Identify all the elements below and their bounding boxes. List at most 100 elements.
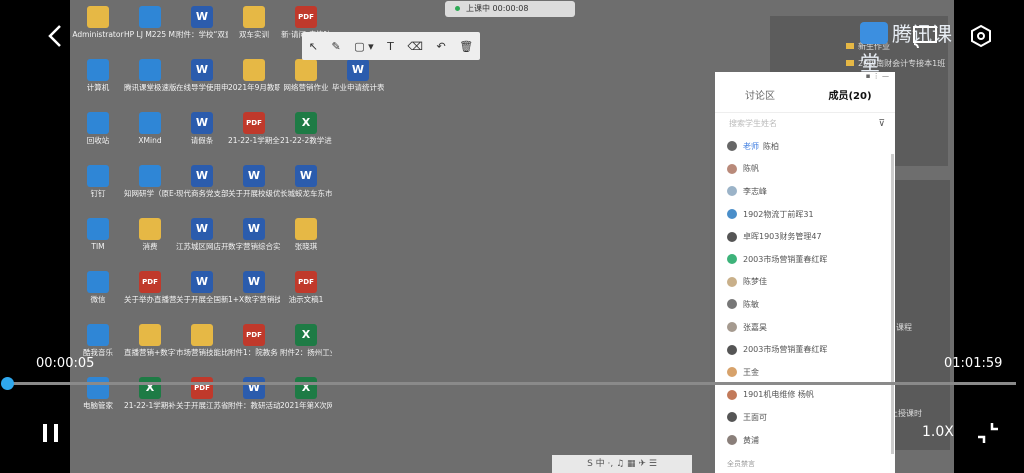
- desktop-icon-label: 消费: [142, 242, 158, 251]
- desktop-icon[interactable]: X 附件2：扬州工业职业技…: [280, 322, 332, 372]
- member-row[interactable]: 陈梦佳: [715, 271, 895, 294]
- desktop-icon[interactable]: HP LJ M225 M226 Scan: [124, 4, 176, 54]
- desktop-icon[interactable]: W 毕业申请统计表-20级南…: [332, 57, 384, 107]
- desktop-icon[interactable]: W 1+X数字营销技术应用培…: [228, 269, 280, 319]
- member-search[interactable]: 搜索学生姓名 ⊽: [715, 113, 895, 135]
- app-file-icon: [139, 59, 161, 81]
- desktop-icon[interactable]: 计算机: [72, 57, 124, 107]
- desktop-icon[interactable]: X 21-22-2教学进度表汇总-…: [280, 110, 332, 160]
- desktop-icon[interactable]: 双车实训: [228, 4, 280, 54]
- pen-tool[interactable]: ✎: [331, 40, 340, 53]
- desktop-icon[interactable]: XMind: [124, 110, 176, 160]
- member-row[interactable]: 张嘉昊: [715, 316, 895, 339]
- desktop-icon[interactable]: W 关于开展校级优秀教学案…: [228, 163, 280, 213]
- back-icon[interactable]: [46, 24, 66, 52]
- progress-knob[interactable]: [1, 377, 14, 390]
- member-row[interactable]: 1901机电维修 杨帆: [715, 384, 895, 407]
- desktop-icon[interactable]: PDF 21-22-1学期全体教师课表: [228, 110, 280, 160]
- app-file-icon: [87, 218, 109, 240]
- video-frame[interactable]: AdministratorHP LJ M225 M226 Scan W 附件：学校“…: [70, 0, 954, 473]
- desktop-icon[interactable]: PDF 油示文稿1: [280, 269, 332, 319]
- playback-speed[interactable]: 1.0X: [922, 424, 954, 440]
- desktop-icon[interactable]: W 附件：学校“双重实入”: [176, 4, 228, 54]
- tab-discussion[interactable]: 讨论区: [715, 82, 805, 112]
- desktop-icon-label: 腾讯课堂极速版: [124, 83, 176, 92]
- member-row[interactable]: 陈帆: [715, 158, 895, 181]
- exit-fullscreen-icon[interactable]: [975, 420, 1001, 450]
- desktop-icon-label: 回收站: [86, 136, 110, 145]
- delete-tool[interactable]: 🗑: [459, 40, 473, 53]
- desktop-icon[interactable]: W 现代商务党支部书记发言…: [176, 163, 228, 213]
- pointer-tool[interactable]: ↖: [309, 40, 318, 53]
- member-name: 陈敏: [743, 299, 759, 309]
- tencent-classroom-logo: 腾讯课堂: [860, 18, 954, 76]
- desktop-icon-label: HP LJ M225 M226 Scan: [124, 30, 176, 39]
- avatar: [727, 209, 737, 220]
- text-tool[interactable]: T: [387, 40, 394, 53]
- desktop-icon-label: 计算机: [86, 83, 110, 92]
- member-row[interactable]: 李志峰: [715, 180, 895, 203]
- member-row[interactable]: 2003市场营销董春红晖: [715, 248, 895, 271]
- member-row[interactable]: 王面可: [715, 406, 895, 429]
- pause-icon[interactable]: [40, 422, 62, 448]
- filter-icon[interactable]: ⊽: [878, 113, 885, 135]
- desktop-icon-label: XMind: [138, 136, 162, 145]
- desktop-icon-label: 关于举办直播营销师资培…: [124, 295, 176, 304]
- desktop-icon-label: 市场营销技能比赛: [176, 348, 228, 357]
- desktop-icon[interactable]: 市场营销技能比赛: [176, 322, 228, 372]
- member-row[interactable]: 王金: [715, 361, 895, 384]
- desktop-icon[interactable]: 腾讯课堂极速版: [124, 57, 176, 107]
- member-search-input[interactable]: 搜索学生姓名: [729, 119, 777, 128]
- desktop-icon[interactable]: W 关于开展全国新职业技术…: [176, 269, 228, 319]
- desktop-icon[interactable]: 知网研学（原E-Study）: [124, 163, 176, 213]
- member-row[interactable]: 老师 陈柏: [715, 135, 895, 158]
- desktop-icon[interactable]: W 数字营销综合实训系统操…: [228, 216, 280, 266]
- member-row[interactable]: 黄浦: [715, 429, 895, 452]
- progress-track[interactable]: [8, 382, 1016, 385]
- member-name: 陈帆: [743, 164, 759, 174]
- desktop-icon[interactable]: 消费: [124, 216, 176, 266]
- avatar: [727, 299, 737, 310]
- member-row[interactable]: 陈敏: [715, 293, 895, 316]
- desktop-icon[interactable]: 微信: [72, 269, 124, 319]
- desktop-icon[interactable]: 网络营销作业: [280, 57, 332, 107]
- desktop-icon[interactable]: W 长城蛟龙车东市场营销推…: [280, 163, 332, 213]
- member-name: 李志峰: [743, 186, 767, 196]
- folder-file-icon: [139, 218, 161, 240]
- mute-all-label[interactable]: 全员禁言: [727, 460, 755, 468]
- app-file-icon: [87, 271, 109, 293]
- word-file-icon: W: [243, 377, 265, 399]
- desktop-icon[interactable]: 2021年9月教职工政治学…: [228, 57, 280, 107]
- word-file-icon: W: [243, 218, 265, 240]
- desktop-icon[interactable]: Administrator: [72, 4, 124, 54]
- shared-desktop: AdministratorHP LJ M225 M226 Scan W 附件：学校“…: [70, 0, 630, 473]
- member-name: 卓晖1903财务管理47: [743, 232, 822, 242]
- cast-screen-icon[interactable]: [912, 24, 938, 52]
- folder-file-icon: [139, 324, 161, 346]
- desktop-icon[interactable]: W 江苏城区网店开课市场表: [176, 216, 228, 266]
- avatar: [727, 435, 737, 446]
- desktop-icon-label: TIM: [91, 242, 105, 251]
- avatar: [727, 254, 737, 265]
- desktop-icon[interactable]: PDF 关于举办直播营销师资培…: [124, 269, 176, 319]
- desktop-icon[interactable]: PDF 附件1：院教务（2020）…: [228, 322, 280, 372]
- taskbar-ime: S 中 ·, ♫ ▦ ✈ ☰: [552, 455, 692, 473]
- desktop-icon-label: 直播营销+数字营销（提…: [124, 348, 176, 357]
- member-row[interactable]: 卓晖1903财务管理47: [715, 225, 895, 248]
- member-row[interactable]: 2003市场营销董春红晖: [715, 338, 895, 361]
- desktop-icon-label: 附件：教研活动·理论…: [228, 401, 280, 410]
- settings-icon[interactable]: [970, 24, 992, 52]
- tab-members[interactable]: 成员(20): [805, 82, 895, 112]
- member-row[interactable]: 1902物流丁前晖31: [715, 203, 895, 226]
- desktop-icon[interactable]: 钉钉: [72, 163, 124, 213]
- undo-tool[interactable]: ↶: [436, 40, 445, 53]
- eraser-tool[interactable]: ⌫: [407, 40, 423, 53]
- desktop-icon[interactable]: 直播营销+数字营销（提…: [124, 322, 176, 372]
- desktop-icon[interactable]: TIM: [72, 216, 124, 266]
- panel-scrollbar[interactable]: [891, 154, 894, 454]
- desktop-icon[interactable]: 回收站: [72, 110, 124, 160]
- desktop-icon[interactable]: W 在线导学使用申请表（提…: [176, 57, 228, 107]
- shape-tool[interactable]: ▢ ▾: [354, 40, 373, 53]
- desktop-icon[interactable]: W 请假条: [176, 110, 228, 160]
- desktop-icon[interactable]: 张晓琪: [280, 216, 332, 266]
